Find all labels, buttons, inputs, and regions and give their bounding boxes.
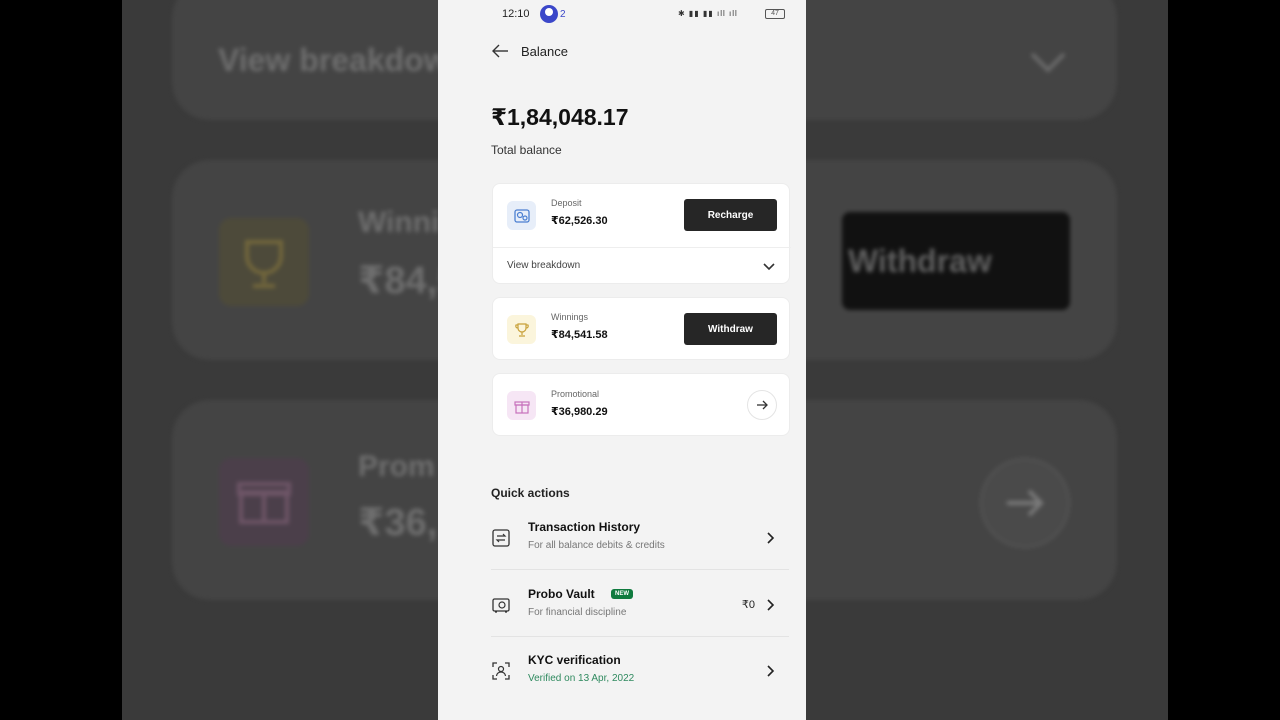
probo-vault-value: ₹0 [741, 599, 755, 611]
top-bar: Balance [491, 40, 568, 62]
total-balance-label: Total balance [491, 143, 562, 157]
arrow-right-icon [757, 400, 768, 410]
bg-promo-label: Prom [358, 450, 435, 483]
kyc-verification-item[interactable]: KYC verification Verified on 13 Apr, 202… [491, 653, 791, 703]
divider [491, 636, 789, 637]
status-bar: 12:10 2 ✱ ▮▮ ▮▮ ıll ıll 47 [438, 0, 806, 30]
winnings-amount: ₹84,541.58 [551, 329, 608, 341]
divider [491, 569, 789, 570]
divider [493, 247, 791, 248]
bg-trophy-icon [245, 240, 283, 288]
transaction-history-item[interactable]: Transaction History For all balance debi… [491, 520, 791, 570]
bg-gift-icon [237, 482, 291, 524]
bg-winnings-label: Winni [358, 206, 440, 239]
promotional-label: Promotional [551, 389, 600, 399]
view-breakdown-toggle[interactable]: View breakdown [507, 260, 580, 271]
winnings-tile [507, 315, 536, 344]
vault-icon [492, 598, 510, 613]
probo-vault-item[interactable]: Probo Vault NEW For financial discipline… [491, 587, 791, 637]
status-time: 12:10 [502, 8, 530, 20]
bg-withdraw-button: Withdraw [842, 212, 1070, 310]
promotional-open-button[interactable] [747, 390, 777, 420]
bg-gift-tile [219, 458, 309, 546]
recharge-button[interactable]: Recharge [684, 199, 777, 231]
chevron-right-icon [767, 532, 775, 544]
deposit-label: Deposit [551, 198, 582, 208]
bg-arrow-right-icon [1007, 489, 1044, 517]
bg-promo-amount: ₹36, [358, 502, 438, 544]
promotional-amount: ₹36,980.29 [551, 406, 608, 418]
chevron-down-icon[interactable] [763, 261, 775, 273]
deposit-tile [507, 201, 536, 230]
bg-trophy-tile [219, 218, 309, 306]
deposit-card: Deposit ₹62,526.30 Recharge View breakdo… [492, 183, 791, 284]
back-arrow-icon[interactable] [491, 42, 509, 60]
phone-screen: 12:10 2 ✱ ▮▮ ▮▮ ıll ıll 47 Balance ₹1,84… [438, 0, 806, 720]
winnings-label: Winnings [551, 312, 589, 322]
deposit-icon [513, 208, 530, 223]
transaction-icon [492, 529, 510, 547]
kyc-verification-title: KYC verification [528, 653, 621, 667]
page-title: Balance [521, 43, 568, 59]
kyc-verification-subtitle: Verified on 13 Apr, 2022 [528, 673, 635, 684]
kyc-icon [492, 662, 510, 680]
probo-vault-subtitle: For financial discipline [528, 607, 627, 618]
transaction-history-subtitle: For all balance debits & credits [528, 540, 665, 551]
new-badge: NEW [611, 589, 633, 599]
chevron-right-icon [767, 599, 775, 611]
gift-icon [513, 400, 530, 414]
battery-icon: 47 [765, 9, 785, 19]
status-notification-count: 2 [560, 9, 566, 20]
withdraw-button[interactable]: Withdraw [684, 313, 777, 345]
total-balance-amount: ₹1,84,048.17 [491, 104, 629, 130]
bg-breakdown-text: View breakdown [218, 42, 469, 78]
trophy-icon [514, 322, 529, 337]
promotional-card[interactable]: Promotional ₹36,980.29 [492, 373, 790, 436]
deposit-amount: ₹62,526.30 [551, 215, 608, 227]
transaction-history-title: Transaction History [528, 520, 641, 534]
chevron-right-icon [767, 665, 775, 677]
signal-icon: ✱ ▮▮ ▮▮ ıll ıll [678, 9, 738, 18]
promotional-tile [507, 391, 536, 420]
probo-vault-title: Probo Vault [528, 587, 595, 601]
bg-arrow-circle [980, 458, 1070, 548]
quick-actions-title: Quick actions [491, 486, 570, 500]
winnings-card: Winnings ₹84,541.58 Withdraw [492, 297, 790, 360]
account-icon [540, 5, 558, 23]
bg-chevron-down-icon [1030, 52, 1066, 73]
